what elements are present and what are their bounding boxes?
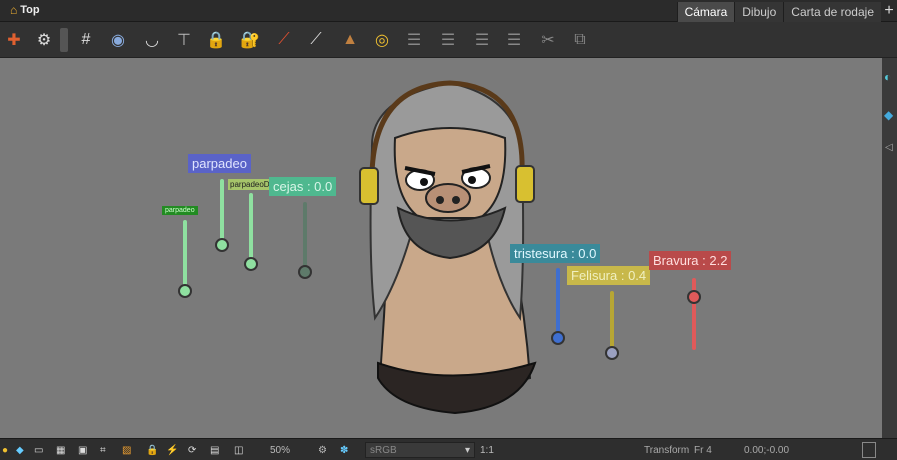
layer-stack-icon[interactable]: ☰ xyxy=(470,28,494,52)
color-wheel-icon[interactable]: ✽ xyxy=(340,442,348,458)
slider-knob-bravura[interactable] xyxy=(687,290,701,304)
layer-stack-alt-icon[interactable]: ☰ xyxy=(502,28,526,52)
chevron-down-icon: ▾ xyxy=(464,444,470,456)
tab-carta-de-rodaje[interactable]: Carta de rodaje xyxy=(783,2,881,22)
slider-label-tristesura[interactable]: tristesura : 0.0 xyxy=(510,244,601,263)
slider-label-parpadeo[interactable]: parpadeo xyxy=(188,154,251,173)
add-tool-icon[interactable]: ✚ xyxy=(2,28,26,52)
peg-icon[interactable]: ⊤ xyxy=(172,28,196,52)
eye-icon[interactable]: ◡ xyxy=(140,28,164,52)
render-icon[interactable]: ▤ xyxy=(210,442,219,458)
slider-track-parpadeo xyxy=(220,179,224,244)
camera-view-icon[interactable]: ◐ xyxy=(884,70,891,84)
mode-label: Transform xyxy=(644,444,690,456)
slider-track-felisura xyxy=(610,291,614,351)
safe-area-icon[interactable]: ▣ xyxy=(78,442,87,458)
add-tab-button[interactable]: + xyxy=(881,0,897,22)
slider-knob-parpadeo[interactable] xyxy=(215,238,229,252)
slider-knob-parpadeo-der[interactable] xyxy=(244,257,258,271)
ruler-icon[interactable]: ⟋ xyxy=(272,28,296,52)
scissors-icon[interactable]: ✂ xyxy=(536,28,560,52)
layer-icon[interactable]: ☰ xyxy=(402,28,426,52)
frame-icon[interactable]: ▭ xyxy=(34,442,43,458)
collapse-icon[interactable]: ◁ xyxy=(885,142,893,153)
status-bar: ● ◆ ▭ ▦ ▣ ⌗ ▨ 🔒 ⚡ ⟳ ▤ ◫ 50% ⚙ ✽ sRGB ▾ 1… xyxy=(0,438,897,460)
separator-handle[interactable] xyxy=(60,28,68,52)
gear-icon[interactable]: ⚙ xyxy=(32,28,56,52)
slider-track-bravura xyxy=(692,278,696,350)
gear-small-icon[interactable]: ⚙ xyxy=(318,442,327,458)
breadcrumb-title: Top xyxy=(20,4,40,16)
image-icon[interactable]: ▨ xyxy=(122,442,131,458)
slider-knob-tristesura[interactable] xyxy=(551,331,565,345)
slider-track-tristesura xyxy=(556,268,560,338)
layer-alt-icon[interactable]: ☰ xyxy=(436,28,460,52)
view-tabs: Cámara Dibujo Carta de rodaje xyxy=(676,2,881,22)
lightbulb-small-icon[interactable]: ● xyxy=(2,442,8,458)
slider-knob-parpadeo-small[interactable] xyxy=(178,284,192,298)
slider-label-bravura[interactable]: Bravura : 2.2 xyxy=(649,251,732,270)
onion-skin-icon[interactable]: ◉ xyxy=(106,28,130,52)
slider-label-parpadeo-small[interactable]: parpadeo xyxy=(162,206,198,215)
film-icon[interactable]: ◫ xyxy=(234,442,243,458)
home-icon: ⌂ xyxy=(10,3,18,17)
rotate-icon[interactable]: ⟳ xyxy=(188,442,196,458)
coords-label: 0.00;-0.00 xyxy=(744,444,790,456)
tab-dibujo[interactable]: Dibujo xyxy=(734,2,784,22)
grid-icon[interactable]: # xyxy=(74,28,98,52)
toolbar: ✚ ⚙ # ◉ ◡ ⊤ 🔒 🔐 ⟋ ⟋ ▲ ◎ ☰ ☰ ☰ ☰ ✂ ⧉ xyxy=(0,22,897,58)
grid-view-icon[interactable]: ▦ xyxy=(56,442,65,458)
lock-small-icon[interactable]: 🔒 xyxy=(146,442,158,458)
lock-group-icon[interactable]: 🔐 xyxy=(238,28,262,52)
colorspace-value: sRGB xyxy=(370,444,397,456)
slider-track-parpadeo-small xyxy=(183,220,187,290)
frame-label: Fr 4 xyxy=(694,444,712,456)
right-panel: ◐ ◆ ◁ xyxy=(882,58,897,438)
ratio-label[interactable]: 1:1 xyxy=(480,442,494,458)
tab-camara[interactable]: Cámara xyxy=(676,2,735,22)
slider-track-parpadeo-der xyxy=(249,193,253,263)
checkbox-toggle[interactable] xyxy=(862,442,876,458)
ruler-alt-icon[interactable]: ⟋ xyxy=(304,28,328,52)
slider-label-felisura[interactable]: Felisura : 0.4 xyxy=(567,266,651,285)
slider-knob-felisura[interactable] xyxy=(605,346,619,360)
slider-track-cejas xyxy=(303,202,307,272)
layers-icon[interactable]: ◆ xyxy=(884,108,893,122)
colorspace-select[interactable]: sRGB ▾ xyxy=(365,442,475,458)
view-mode-icon[interactable]: ◆ xyxy=(16,442,24,458)
breadcrumb[interactable]: ⌂ Top xyxy=(10,3,40,17)
zoom-level[interactable]: 50% xyxy=(270,442,290,458)
camera-canvas[interactable]: parpadeo parpadeo parpadeoDer cejas : 0.… xyxy=(0,58,882,438)
stamp-icon[interactable]: ▲ xyxy=(338,28,362,52)
lightbulb-icon[interactable]: ◎ xyxy=(370,28,394,52)
title-bar: ⌂ Top Cámara Dibujo Carta de rodaje + xyxy=(0,0,897,22)
deform-icon[interactable]: ⧉ xyxy=(568,28,592,52)
lock-icon[interactable]: 🔒 xyxy=(204,28,228,52)
slider-label-cejas[interactable]: cejas : 0.0 xyxy=(269,177,337,196)
character-drawing xyxy=(359,80,537,415)
slider-knob-cejas[interactable] xyxy=(298,265,312,279)
crop-icon[interactable]: ⌗ xyxy=(100,442,106,458)
lightning-icon[interactable]: ⚡ xyxy=(166,442,178,458)
